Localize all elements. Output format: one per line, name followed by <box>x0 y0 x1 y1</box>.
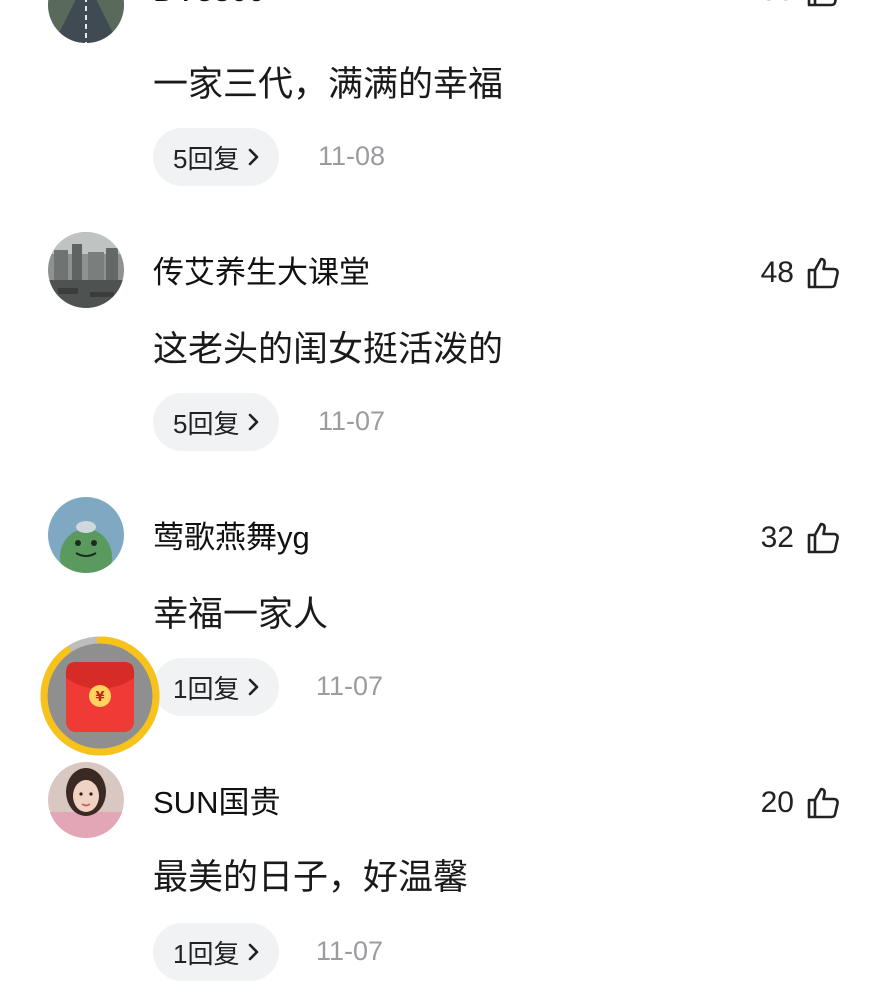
reply-button[interactable]: 1回复 <box>153 923 280 981</box>
comment-item: 传艾养生大课堂 48 这老头的闺女挺活泼的 5回复 11-07 <box>0 18 894 451</box>
reply-count-label: 1回复 <box>173 938 240 969</box>
comment-username[interactable]: SUN国贵 <box>153 783 280 823</box>
portrait-photo-avatar[interactable] <box>48 762 124 838</box>
thumbs-up-icon <box>807 787 839 819</box>
comment-date: 11-07 <box>316 936 384 966</box>
like-button[interactable]: 20 <box>761 783 840 823</box>
yuan-symbol: ¥ <box>95 690 104 705</box>
chevron-right-icon <box>249 943 259 961</box>
comment-item: DV5300 58 一家三代，满满的幸福 5回复 11-08 <box>0 0 894 186</box>
like-button[interactable]: 58 <box>761 0 840 11</box>
red-envelope-icon: ¥ <box>66 662 134 732</box>
comment-item: 莺歌燕舞yg 32 幸福一家人 1回复 11-07 <box>0 283 894 716</box>
comment-text: 最美的日子，好温馨 <box>153 858 469 897</box>
comment-username[interactable]: DV5300 <box>153 0 265 11</box>
thumbs-up-icon <box>807 0 837 7</box>
red-packet-widget[interactable]: ¥ <box>38 634 162 758</box>
like-count: 20 <box>760 786 794 819</box>
like-count: 58 <box>761 0 794 8</box>
